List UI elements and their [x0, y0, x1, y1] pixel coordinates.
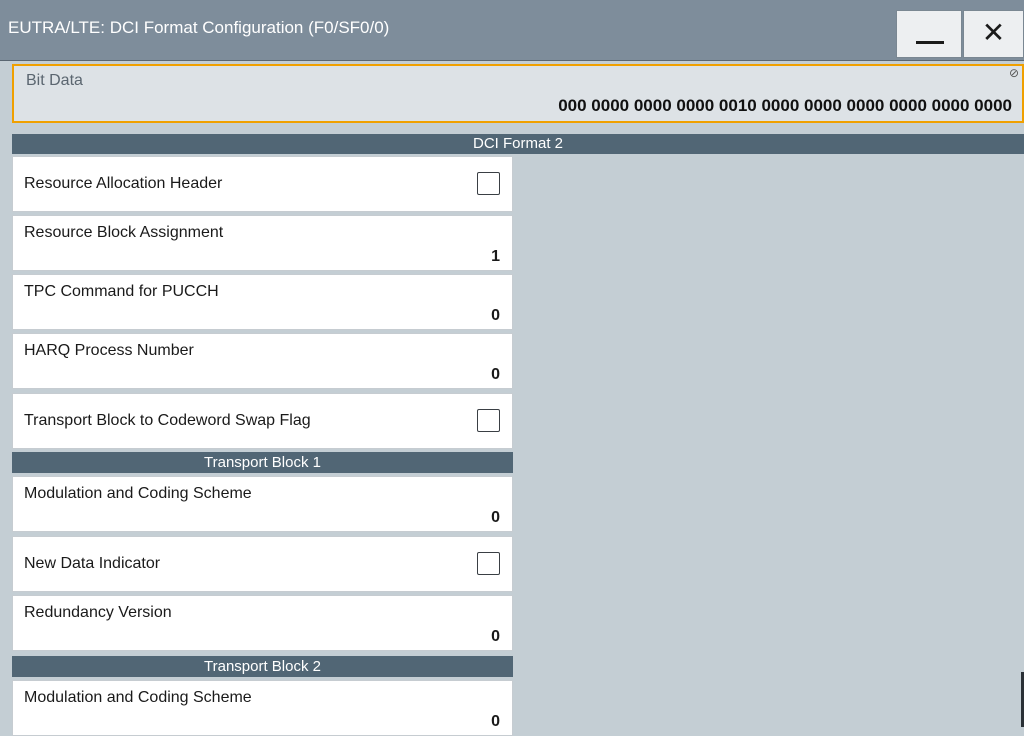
- tb-codeword-swap-flag-checkbox[interactable]: [477, 409, 500, 432]
- tb2-mcs-value[interactable]: 0: [491, 713, 500, 731]
- harq-process-number-label: HARQ Process Number: [24, 342, 194, 359]
- minimize-icon: [916, 41, 944, 44]
- resource-block-assignment-field[interactable]: Resource Block Assignment 1: [12, 215, 513, 271]
- tb1-redundancy-version-field[interactable]: Redundancy Version 0: [12, 595, 513, 651]
- resource-block-assignment-label: Resource Block Assignment: [24, 224, 224, 241]
- tb-codeword-swap-flag-field[interactable]: Transport Block to Codeword Swap Flag: [12, 393, 513, 449]
- bit-data-value[interactable]: 000 0000 0000 0000 0010 0000 0000 0000 0…: [558, 96, 1012, 116]
- edit-icon: ⊘: [1008, 66, 1019, 80]
- harq-process-number-field[interactable]: HARQ Process Number 0: [12, 333, 513, 389]
- section-header-dci-format: DCI Format 2: [12, 134, 1024, 154]
- tb1-new-data-indicator-field[interactable]: New Data Indicator: [12, 536, 513, 592]
- tb-codeword-swap-flag-label: Transport Block to Codeword Swap Flag: [24, 412, 311, 429]
- tb1-mcs-value[interactable]: 0: [491, 509, 500, 527]
- tpc-command-pucch-value[interactable]: 0: [491, 307, 500, 325]
- resource-allocation-header-label: Resource Allocation Header: [24, 175, 223, 192]
- close-icon: ✕: [981, 16, 1006, 49]
- resource-allocation-header-checkbox[interactable]: [477, 172, 500, 195]
- minimize-button[interactable]: [896, 10, 962, 58]
- harq-process-number-value[interactable]: 0: [491, 366, 500, 384]
- section-header-transport-block-1: Transport Block 1: [12, 452, 513, 473]
- tb1-new-data-indicator-checkbox[interactable]: [477, 552, 500, 575]
- close-button[interactable]: ✕: [963, 10, 1024, 58]
- bit-data-label: Bit Data: [26, 72, 83, 89]
- tb1-redundancy-version-value[interactable]: 0: [491, 628, 500, 646]
- section-header-transport-block-2: Transport Block 2: [12, 656, 513, 677]
- window-title: EUTRA/LTE: DCI Format Configuration (F0/…: [8, 18, 390, 37]
- tb1-mcs-label: Modulation and Coding Scheme: [24, 485, 252, 502]
- tpc-command-pucch-label: TPC Command for PUCCH: [24, 283, 219, 300]
- tb2-mcs-field[interactable]: Modulation and Coding Scheme 0: [12, 680, 513, 736]
- tb1-mcs-field[interactable]: Modulation and Coding Scheme 0: [12, 476, 513, 532]
- tb2-mcs-label: Modulation and Coding Scheme: [24, 689, 252, 706]
- bit-data-field[interactable]: Bit Data 000 0000 0000 0000 0010 0000 00…: [12, 64, 1024, 123]
- resource-allocation-header-field[interactable]: Resource Allocation Header: [12, 156, 513, 212]
- resource-block-assignment-value[interactable]: 1: [491, 248, 500, 266]
- tpc-command-pucch-field[interactable]: TPC Command for PUCCH 0: [12, 274, 513, 330]
- window-titlebar: EUTRA/LTE: DCI Format Configuration (F0/…: [0, 0, 1024, 61]
- tb1-redundancy-version-label: Redundancy Version: [24, 604, 172, 621]
- tb1-new-data-indicator-label: New Data Indicator: [24, 555, 161, 572]
